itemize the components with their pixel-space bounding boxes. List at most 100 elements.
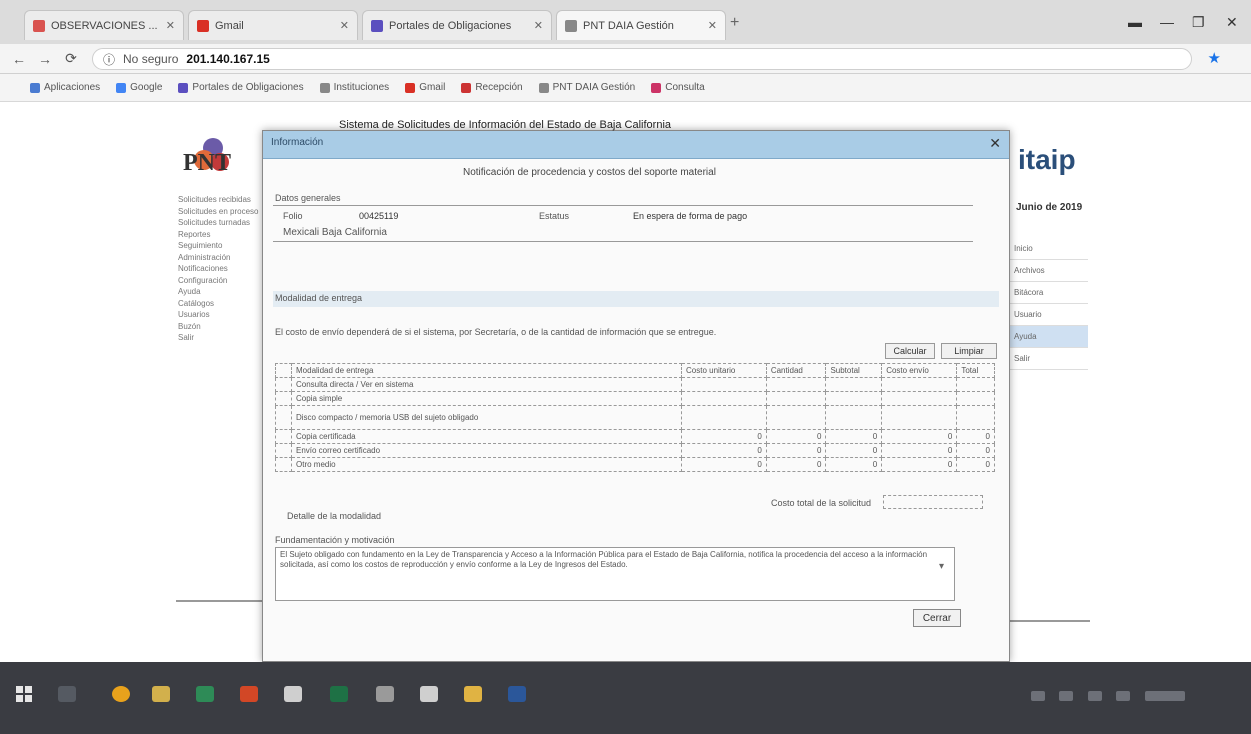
chrome-icon[interactable] [112, 686, 130, 702]
left-menu-item[interactable]: Salir [178, 332, 268, 344]
browser-tab[interactable]: Portales de Obligaciones ✕ [362, 10, 552, 40]
unit-cell[interactable]: 0 [681, 429, 767, 444]
tab-close-icon[interactable]: ✕ [166, 19, 175, 32]
total-cell [956, 377, 995, 392]
unit-cell[interactable] [681, 391, 767, 406]
total-cost-value [883, 495, 983, 509]
tray-icon[interactable] [1031, 691, 1045, 701]
bookmark-label: Aplicaciones [44, 82, 101, 93]
row-checkbox[interactable] [275, 391, 292, 406]
back-icon[interactable]: ← [6, 51, 32, 67]
bookmark-item[interactable]: Portales de Obligaciones [178, 82, 304, 93]
browser-tab[interactable]: Gmail ✕ [188, 10, 358, 40]
bookmark-item[interactable]: Gmail [405, 82, 445, 93]
left-menu-item[interactable]: Catálogos [178, 298, 268, 310]
reload-icon[interactable]: ⟳ [58, 50, 84, 67]
url-input[interactable]: ⓘ No seguro 201.140.167.15 [92, 48, 1192, 70]
left-menu-item[interactable]: Seguimiento [178, 240, 268, 252]
right-menu-item[interactable]: Bitácora [1008, 282, 1088, 304]
row-checkbox[interactable] [275, 405, 292, 430]
shipping-cell: 0 [881, 429, 958, 444]
left-menu-item[interactable]: Buzón [178, 321, 268, 333]
unit-cell[interactable] [681, 377, 767, 392]
qty-cell[interactable] [765, 377, 827, 392]
tab-close-icon[interactable]: ✕ [534, 19, 543, 32]
search-icon[interactable] [58, 686, 76, 702]
left-menu-item[interactable]: Solicitudes recibidas [178, 194, 268, 206]
left-menu-item[interactable]: Configuración [178, 275, 268, 287]
unit-cell[interactable] [681, 405, 767, 430]
right-menu-item[interactable]: Inicio [1008, 238, 1088, 260]
browser-tab-active[interactable]: PNT DAIA Gestión ✕ [556, 10, 726, 40]
maximize-icon[interactable]: ❐ [1192, 14, 1205, 31]
clock[interactable] [1144, 691, 1185, 701]
bookmark-item[interactable]: PNT DAIA Gestión [538, 82, 635, 93]
new-tab-button[interactable]: + [730, 14, 739, 32]
subtotal-cell: 0 [825, 429, 883, 444]
forward-icon[interactable]: → [32, 51, 58, 67]
tray-icon[interactable] [1116, 691, 1131, 701]
excel-icon[interactable] [196, 686, 214, 702]
row-label: Otro medio [291, 457, 682, 472]
powerpoint-icon[interactable] [240, 686, 258, 702]
qty-cell[interactable]: 0 [765, 443, 827, 458]
qty-cell[interactable] [765, 391, 827, 406]
right-menu-item[interactable]: Salir [1008, 348, 1088, 370]
tab-close-icon[interactable]: ✕ [708, 19, 717, 32]
status-value: En espera de forma de pago [633, 211, 748, 221]
qty-cell[interactable]: 0 [765, 429, 827, 444]
close-icon[interactable]: ✕ [989, 135, 1001, 152]
right-menu-item[interactable]: Archivos [1008, 260, 1088, 282]
table-header-row: Modalidad de entrega Costo unitario Cant… [275, 363, 995, 378]
profile-button[interactable]: ▬ [1128, 14, 1142, 30]
page-icon [319, 82, 330, 93]
notepad-icon[interactable] [420, 686, 438, 702]
bookmark-star-icon[interactable]: ★ [1208, 49, 1221, 67]
unit-cell[interactable]: 0 [681, 457, 767, 472]
qty-cell[interactable]: 0 [765, 457, 827, 472]
left-menu-item[interactable]: Usuarios [178, 309, 268, 321]
word-icon[interactable] [508, 686, 526, 702]
notes-textarea[interactable]: El Sujeto obligado con fundamento en la … [275, 547, 955, 601]
shipping-cell: 0 [881, 457, 958, 472]
file-explorer-icon[interactable] [152, 686, 170, 702]
left-menu-item[interactable]: Ayuda [178, 286, 268, 298]
bookmark-item[interactable]: Instituciones [319, 82, 389, 93]
left-menu-item[interactable]: Notificaciones [178, 263, 268, 275]
modal-header[interactable]: Información ✕ [263, 131, 1009, 159]
unit-cell[interactable]: 0 [681, 443, 767, 458]
left-menu-item[interactable]: Administración [178, 252, 268, 264]
calculator-icon[interactable] [376, 686, 394, 702]
general-section-label: Datos generales [275, 193, 341, 203]
row-checkbox[interactable] [275, 429, 292, 444]
bookmark-item[interactable]: Recepción [461, 82, 523, 93]
qty-cell[interactable] [765, 405, 827, 430]
row-checkbox[interactable] [275, 443, 292, 458]
windows-start-icon[interactable] [16, 686, 32, 702]
minimize-icon[interactable]: — [1160, 14, 1174, 30]
tray-icon[interactable] [1059, 691, 1074, 701]
row-checkbox[interactable] [275, 457, 292, 472]
calculate-button[interactable]: Calcular [885, 343, 935, 359]
row-checkbox[interactable] [275, 377, 292, 392]
tab-close-icon[interactable]: ✕ [340, 19, 349, 32]
right-menu-item[interactable]: Usuario [1008, 304, 1088, 326]
left-menu-item[interactable]: Solicitudes en proceso [178, 206, 268, 218]
security-label: No seguro [123, 52, 179, 66]
left-menu-item[interactable]: Reportes [178, 229, 268, 241]
left-menu-item[interactable]: Solicitudes turnadas [178, 217, 268, 229]
gmail-icon [197, 19, 209, 32]
tray-icon[interactable] [1087, 691, 1102, 701]
bookmark-item[interactable]: Aplicaciones [30, 82, 100, 93]
folder-icon[interactable] [464, 686, 482, 702]
close-window-icon[interactable]: ✕ [1226, 14, 1238, 31]
excel-file-icon[interactable] [330, 686, 348, 702]
close-button[interactable]: Cerrar [913, 609, 961, 627]
scroll-down-icon[interactable]: ▾ [939, 561, 944, 572]
browser-tab[interactable]: OBSERVACIONES ... ✕ [24, 10, 184, 40]
right-menu-item-active[interactable]: Ayuda [1008, 326, 1088, 348]
bookmark-item[interactable]: Consulta [651, 82, 705, 93]
bookmark-item[interactable]: Google [116, 82, 162, 93]
mail-icon[interactable] [284, 686, 302, 702]
clear-button[interactable]: Limpiar [941, 343, 997, 359]
